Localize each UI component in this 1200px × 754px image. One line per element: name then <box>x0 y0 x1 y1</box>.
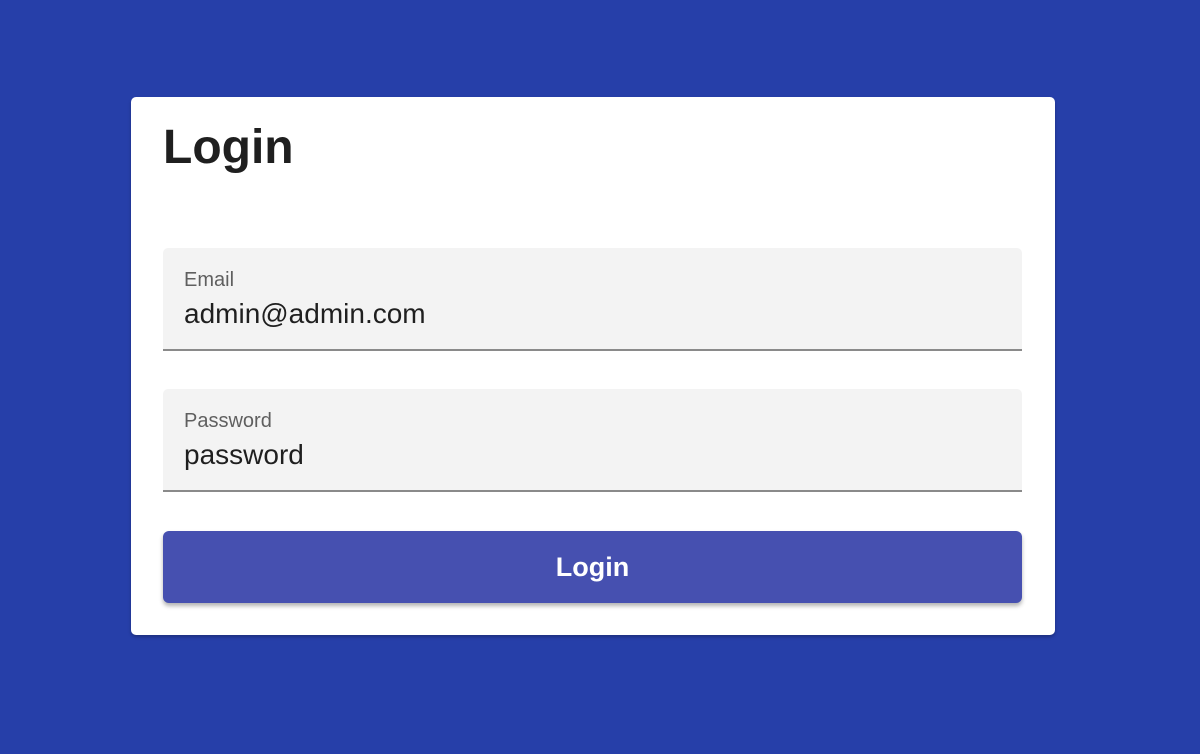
login-button[interactable]: Login <box>163 531 1022 603</box>
login-card: Login Email Password Login <box>131 97 1055 635</box>
email-label: Email <box>184 269 235 291</box>
page-title: Login <box>163 121 294 174</box>
password-field[interactable]: Password <box>163 389 1022 492</box>
password-input[interactable] <box>184 437 994 473</box>
password-label: Password <box>184 410 272 432</box>
email-field[interactable]: Email <box>163 248 1022 351</box>
email-input[interactable] <box>184 296 994 332</box>
